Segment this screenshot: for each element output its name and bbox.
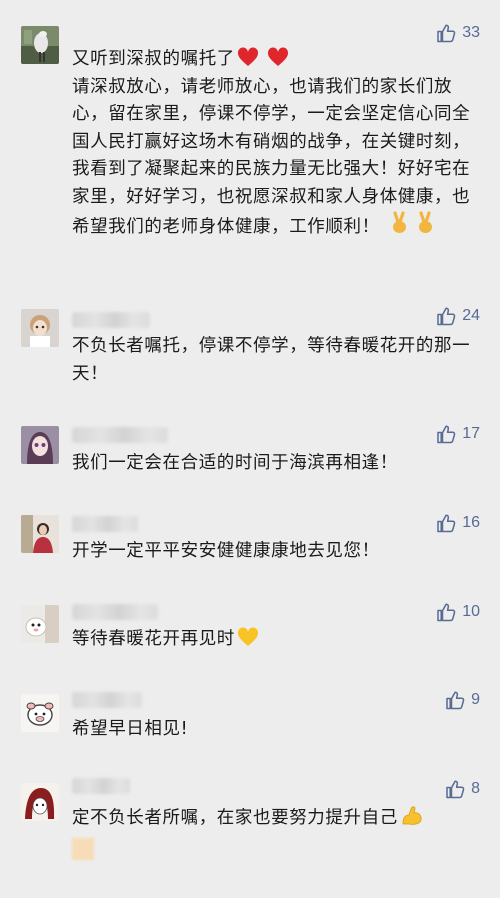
comment-text: 希望早日相见! — [72, 719, 189, 739]
comment-item: 16 开学一定平平安安健健康康地去见您！ — [0, 500, 500, 590]
avatar[interactable] — [21, 605, 59, 643]
avatar[interactable] — [21, 783, 59, 821]
thumbs-up-icon — [436, 602, 456, 622]
avatar[interactable] — [21, 26, 59, 64]
comment-feed: 33 又听到深叔的嘱托了 请深叔放心，请老师放心，也请我们的家长们放心，留在家里… — [0, 0, 500, 898]
comment-text: 不负长者嘱托，停课不停学，等待春暖花开的那一天！ — [72, 336, 471, 384]
username-redacted — [72, 692, 142, 708]
victory-hand-icon — [414, 211, 438, 235]
comment-item: 10 等待春暖花开再见时 — [0, 590, 500, 680]
comment-item: 9 希望早日相见! — [0, 680, 500, 770]
redacted-image — [72, 838, 94, 860]
like-count: 16 — [462, 514, 480, 531]
like-count: 10 — [462, 603, 480, 620]
username-redacted — [72, 778, 130, 794]
like-button[interactable]: 10 — [436, 600, 480, 624]
avatar[interactable] — [21, 309, 59, 347]
like-button[interactable]: 8 — [445, 777, 480, 801]
comment-text: 我们一定会在合适的时间于海滨再相逢！ — [72, 453, 398, 473]
avatar[interactable] — [21, 515, 59, 553]
like-button[interactable]: 16 — [436, 511, 480, 535]
thumbs-up-icon — [445, 690, 465, 710]
comment-text: 定不负长者所嘱，在家也要努力提升自己 — [72, 804, 482, 833]
red-heart-icon — [237, 47, 259, 67]
thumbs-up-icon — [445, 779, 465, 799]
avatar[interactable] — [21, 426, 59, 464]
flexed-biceps-icon — [400, 804, 424, 826]
comment-text: 又听到深叔的嘱托了 请深叔放心，请老师放心，也请我们的家长们放心，留在家里，停课… — [72, 46, 482, 242]
comment-item: 8 定不负长者所嘱，在家也要努力提升自己 — [0, 770, 500, 898]
like-count: 24 — [462, 307, 480, 324]
like-count: 17 — [462, 425, 480, 442]
red-heart-icon — [267, 47, 289, 67]
comment-text: 等待春暖花开再见时 — [72, 626, 482, 654]
like-count: 33 — [462, 24, 480, 41]
comment-item: 33 又听到深叔的嘱托了 请深叔放心，请老师放心，也请我们的家长们放心，留在家里… — [0, 0, 500, 290]
username-redacted — [72, 516, 138, 532]
username-redacted — [72, 604, 158, 620]
like-count: 9 — [471, 691, 480, 708]
thumbs-up-icon — [436, 424, 456, 444]
username-redacted — [72, 312, 150, 328]
like-button[interactable]: 24 — [436, 304, 480, 328]
username-redacted — [72, 427, 168, 443]
thumbs-up-icon — [436, 306, 456, 326]
like-button[interactable]: 33 — [436, 21, 480, 45]
like-button[interactable]: 17 — [436, 422, 480, 446]
comment-item: 17 我们一定会在合适的时间于海滨再相逢！ — [0, 410, 500, 500]
comment-body: 定不负长者所嘱，在家也要努力提升自己 — [72, 808, 398, 828]
comment-item: 24 不负长者嘱托，停课不停学，等待春暖花开的那一天！ — [0, 295, 500, 405]
thumbs-up-icon — [436, 513, 456, 533]
yellow-heart-icon — [237, 627, 259, 647]
like-button[interactable]: 9 — [445, 688, 480, 712]
victory-hand-icon — [388, 211, 412, 235]
thumbs-up-icon — [436, 23, 456, 43]
comment-text: 开学一定平平安安健健康康地去见您！ — [72, 541, 380, 561]
comment-body: 等待春暖花开再见时 — [72, 629, 235, 649]
like-count: 8 — [471, 780, 480, 797]
avatar[interactable] — [21, 694, 59, 732]
comment-first-line: 又听到深叔的嘱托了 — [72, 49, 235, 69]
